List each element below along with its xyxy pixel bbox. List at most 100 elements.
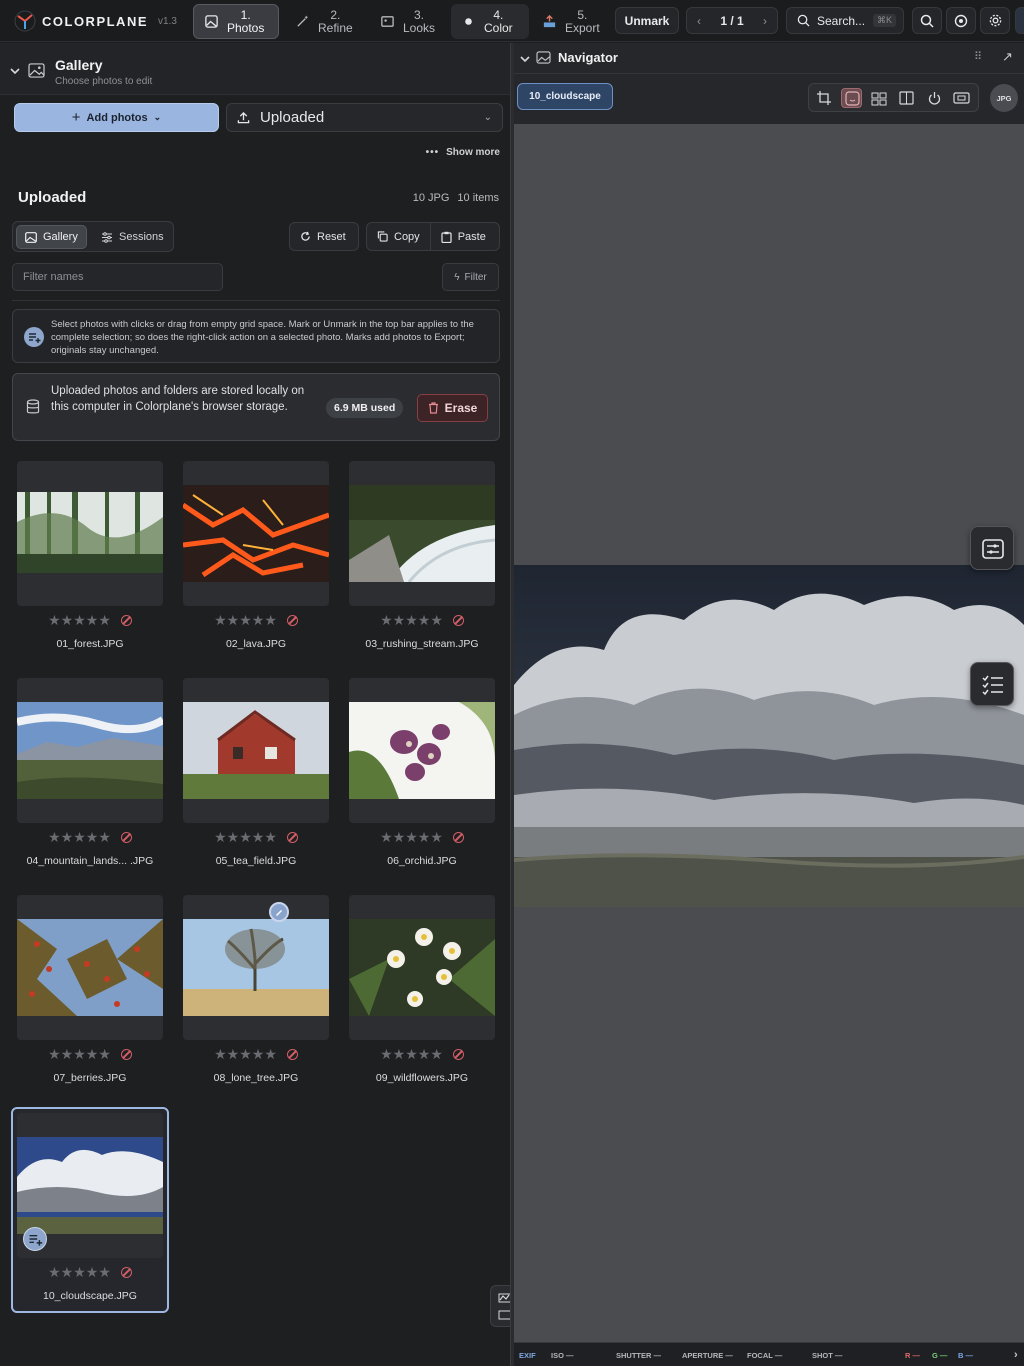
rating-stars[interactable]: ★★★★★ xyxy=(17,1264,163,1280)
reset-button[interactable]: Reset xyxy=(289,222,359,251)
reject-icon[interactable] xyxy=(120,1048,132,1060)
format-badge: JPG xyxy=(990,84,1018,112)
paste-button[interactable]: Paste xyxy=(431,223,496,250)
filter-button[interactable]: ϟ Filter xyxy=(442,263,499,291)
photo-card[interactable] xyxy=(17,678,163,823)
tab-sessions[interactable]: Sessions xyxy=(93,225,172,249)
photo-thumbnail xyxy=(17,492,163,573)
photo-filename: 04_mountain_lands... .JPG xyxy=(26,855,154,867)
reject-icon[interactable] xyxy=(286,1048,298,1060)
step-color[interactable]: 4. Color xyxy=(451,4,529,39)
rating-stars[interactable]: ★★★★★ xyxy=(349,1046,495,1062)
photo-filename: 07_berries.JPG xyxy=(53,1072,127,1084)
reject-icon[interactable] xyxy=(286,614,298,626)
photo-card[interactable] xyxy=(17,461,163,606)
rating-stars[interactable]: ★★★★★ xyxy=(17,612,163,628)
split-view-icon[interactable] xyxy=(896,88,917,108)
step-photos[interactable]: 1. Photos xyxy=(193,4,279,39)
face-detect-icon[interactable] xyxy=(841,88,862,108)
reject-icon[interactable] xyxy=(286,831,298,843)
photo-card[interactable] xyxy=(17,895,163,1040)
exif-shot: SHOT — xyxy=(812,1351,843,1360)
search-box[interactable]: Search... ⌘K xyxy=(786,7,904,34)
photo-card[interactable] xyxy=(349,678,495,823)
prev-page-icon[interactable]: ‹ xyxy=(697,14,701,28)
photo-card[interactable] xyxy=(183,895,329,1040)
reject-icon[interactable] xyxy=(452,1048,464,1060)
magnifier-icon xyxy=(920,14,934,28)
edited-pencil-icon xyxy=(269,902,289,922)
photo-card-selected[interactable] xyxy=(17,1113,163,1258)
add-photos-button[interactable]: + Add photos ⌄ xyxy=(14,103,219,132)
app-logo: COLORPLANE v1.3 xyxy=(14,10,177,32)
view-tools xyxy=(808,83,979,112)
zoom-button[interactable] xyxy=(912,7,942,34)
rating-stars[interactable]: ★★★★★ xyxy=(349,612,495,628)
rating-stars[interactable]: ★★★★★ xyxy=(183,829,329,845)
search-placeholder: Search... xyxy=(817,13,866,28)
navigator-header[interactable]: Navigator ⠿ ↗ xyxy=(514,43,1024,74)
sliders-panel-icon xyxy=(982,539,1004,559)
photo-card[interactable] xyxy=(349,895,495,1040)
lightning-icon: ϟ xyxy=(454,271,460,283)
compare-grid-icon[interactable] xyxy=(869,88,890,108)
photo-thumbnail xyxy=(349,485,495,582)
page-indicator: 1 / 1 xyxy=(720,13,744,28)
photo-card[interactable] xyxy=(349,461,495,606)
source-select[interactable]: Uploaded ⌄ xyxy=(226,103,503,132)
photo-filename: 09_wildflowers.JPG xyxy=(375,1072,469,1084)
current-photo-chip[interactable]: 10_cloudscape xyxy=(517,83,613,110)
photo-filename: 02_lava.JPG xyxy=(225,638,287,650)
drag-handle-icon[interactable]: ⠿ xyxy=(974,50,982,63)
chevron-down-icon[interactable] xyxy=(519,53,531,65)
account-button[interactable] xyxy=(1015,7,1024,34)
settings-button[interactable] xyxy=(980,7,1010,34)
show-more-button[interactable]: ••• Show more xyxy=(426,147,500,158)
photo-card[interactable] xyxy=(183,461,329,606)
reject-icon[interactable] xyxy=(452,614,464,626)
chevron-down-icon[interactable] xyxy=(9,65,21,77)
next-page-icon[interactable]: › xyxy=(763,14,767,28)
step-looks[interactable]: 3. Looks xyxy=(370,4,445,39)
photo-card[interactable] xyxy=(183,678,329,823)
gallery-header[interactable]: Gallery Choose photos to edit xyxy=(0,43,510,95)
power-icon[interactable] xyxy=(924,88,945,108)
view-toggle: Gallery Sessions xyxy=(12,221,174,252)
navigator-panel: Navigator ⠿ ↗ 10_cloudscape JPG EXIF ISO… xyxy=(514,43,1024,1366)
reject-icon[interactable] xyxy=(120,1266,132,1278)
crop-icon[interactable] xyxy=(814,88,835,108)
sliders-icon xyxy=(102,231,112,243)
reject-icon[interactable] xyxy=(120,614,132,626)
copy-paste-group: Copy Paste xyxy=(366,222,500,251)
unmark-button[interactable]: Unmark xyxy=(615,7,679,34)
image-icon xyxy=(381,16,394,27)
reject-icon[interactable] xyxy=(452,831,464,843)
filter-names-input[interactable]: Filter names xyxy=(12,263,223,291)
gallery-title: Gallery xyxy=(55,57,103,73)
photo-thumbnail xyxy=(183,919,329,1016)
copy-button[interactable]: Copy xyxy=(367,223,431,250)
expand-icon[interactable]: ↗ xyxy=(1002,49,1013,65)
checklist-fab[interactable] xyxy=(970,662,1014,706)
photo-filename: 01_forest.JPG xyxy=(56,638,124,650)
rating-stars[interactable]: ★★★★★ xyxy=(183,1046,329,1062)
selection-hint-text: Select photos with clicks or drag from e… xyxy=(51,319,474,356)
chevron-right-icon[interactable]: › xyxy=(1014,1349,1018,1361)
exif-focal: FOCAL — xyxy=(747,1351,783,1360)
tab-gallery[interactable]: Gallery xyxy=(16,225,87,249)
rating-stars[interactable]: ★★★★★ xyxy=(17,829,163,845)
target-button[interactable] xyxy=(946,7,976,34)
rating-stars[interactable]: ★★★★★ xyxy=(17,1046,163,1062)
photo-thumbnail xyxy=(183,485,329,582)
trash-icon xyxy=(428,402,438,414)
reject-icon[interactable] xyxy=(120,831,132,843)
erase-button[interactable]: Erase xyxy=(417,394,488,422)
adjustments-fab[interactable] xyxy=(970,526,1014,570)
tab-gallery-label: Gallery xyxy=(43,231,78,243)
step-refine[interactable]: 2. Refine xyxy=(285,4,365,39)
fit-frame-icon[interactable] xyxy=(951,88,972,108)
rating-stars[interactable]: ★★★★★ xyxy=(349,829,495,845)
rating-stars[interactable]: ★★★★★ xyxy=(183,612,329,628)
photo-thumbnail xyxy=(349,919,495,1016)
step-export[interactable]: 5. Export xyxy=(532,4,612,39)
